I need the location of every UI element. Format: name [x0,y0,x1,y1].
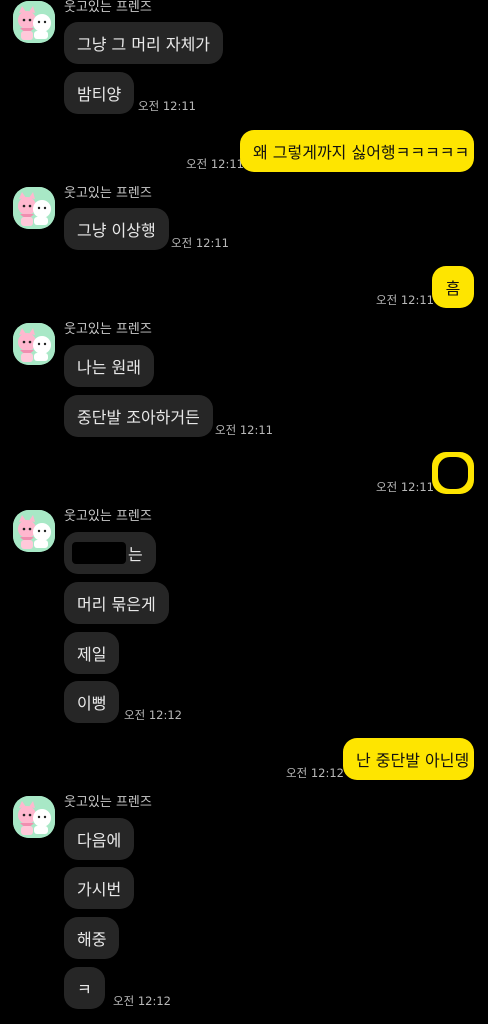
message-time: 오전 12:12 [124,708,182,722]
redaction-mark [438,457,468,489]
sender-name: 웃고있는 프렌즈 [64,186,152,201]
my-message-bubble[interactable]: 난 중단발 아닌뎅 [343,738,474,780]
message-bubble[interactable]: 는 [64,532,156,574]
my-message-bubble[interactable]: 왜 그렇게까지 싫어행ㅋㅋㅋㅋㅋ [240,130,474,172]
sender-name: 웃고있는 프렌즈 [64,795,152,810]
message-bubble[interactable]: 밤티양 [64,72,135,114]
message-time: 오전 12:11 [376,293,434,307]
friends-avatar-icon[interactable] [13,510,55,552]
redaction-mark [72,542,126,564]
message-bubble[interactable]: 이뻥 [64,681,120,723]
message-bubble[interactable]: 나는 원래 [64,345,154,387]
message-bubble[interactable]: 다음에 [64,818,135,860]
friends-avatar-icon[interactable] [13,1,55,43]
my-message-bubble[interactable]: 흠 [432,266,474,308]
sender-name: 웃고있는 프렌즈 [64,0,152,15]
message-bubble[interactable]: 가시번 [64,867,135,909]
message-time: 오전 12:12 [286,766,344,780]
message-bubble[interactable]: 머리 묶은게 [64,582,169,624]
message-bubble[interactable]: 그냥 이상행 [64,208,169,250]
message-time: 오전 12:11 [215,423,273,437]
message-bubble[interactable]: 중단발 조아하거든 [64,395,213,437]
message-time: 오전 12:11 [138,99,196,113]
message-bubble[interactable]: ㅋ [64,967,105,1009]
sender-name: 웃고있는 프렌즈 [64,509,152,524]
friends-avatar-icon[interactable] [13,323,55,365]
message-time: 오전 12:11 [171,236,229,250]
message-bubble[interactable]: 그냥 그 머리 자체가 [64,22,224,64]
my-message-bubble-redacted[interactable] [432,452,474,494]
message-bubble[interactable]: 해중 [64,917,120,959]
message-bubble[interactable]: 제일 [64,632,120,674]
message-text: 는 [128,545,143,564]
message-time: 오전 12:12 [113,994,171,1008]
message-time: 오전 12:11 [186,157,244,171]
message-time: 오전 12:11 [376,480,434,494]
sender-name: 웃고있는 프렌즈 [64,322,152,337]
friends-avatar-icon[interactable] [13,796,55,838]
friends-avatar-icon[interactable] [13,187,55,229]
